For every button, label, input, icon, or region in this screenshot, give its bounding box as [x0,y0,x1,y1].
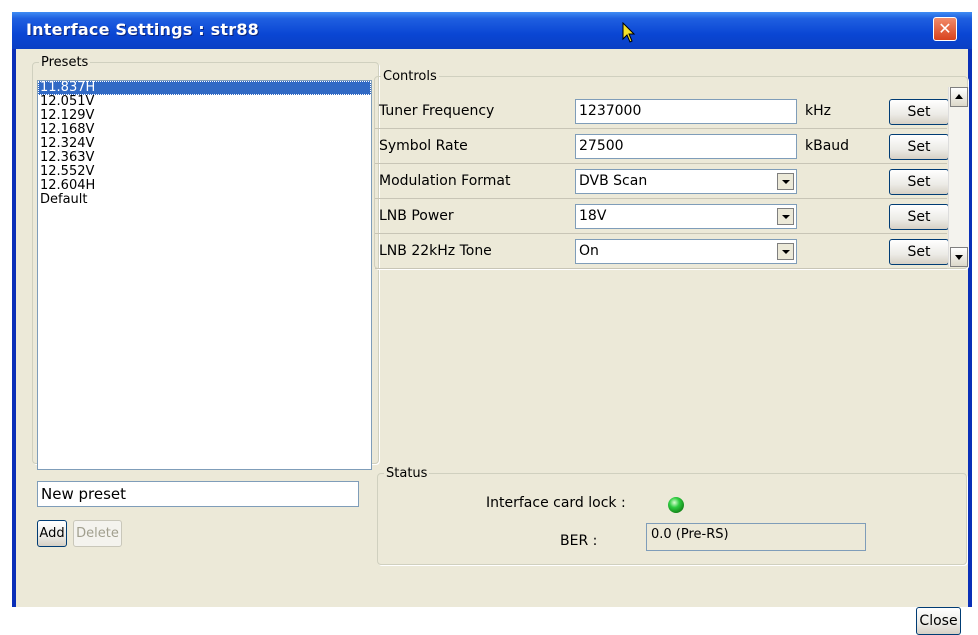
lnb-power-select[interactable]: 18V [575,204,797,229]
ber-label: BER : [560,533,598,549]
title-bar[interactable]: Interface Settings : str88 ✕ [12,12,972,49]
window-close-button[interactable]: ✕ [933,17,957,41]
set-lnb-22khz-tone-button[interactable]: Set [889,239,949,265]
lnb-22khz-tone-select[interactable]: On [575,239,797,264]
modulation-format-label: Modulation Format [379,173,511,189]
lnb-power-value: 18V [579,208,607,224]
chevron-down-icon[interactable] [777,173,794,190]
delete-preset-button[interactable]: Delete [73,520,122,547]
scroll-down-icon[interactable] [950,247,968,267]
tuner-frequency-unit: kHz [805,103,831,119]
window-title: Interface Settings : str88 [26,20,259,39]
status-legend: Status [386,466,428,481]
symbol-rate-label: Symbol Rate [379,138,468,154]
preset-item[interactable]: 12.363V [38,151,371,165]
controls-group: Controls Tuner Frequency 1237000 kHz Set… [374,69,968,269]
set-tuner-frequency-button[interactable]: Set [889,99,949,125]
modulation-format-value: DVB Scan [579,173,648,189]
symbol-rate-input[interactable]: 27500 [575,134,797,159]
presets-group: Presets 11.837H 12.051V 12.129V 12.168V … [32,55,379,470]
set-symbol-rate-button[interactable]: Set [889,134,949,160]
presets-legend: Presets [41,55,89,70]
mouse-pointer-icon [622,22,636,43]
preset-item[interactable]: 12.324V [38,137,371,151]
close-icon: ✕ [938,19,952,38]
scroll-up-icon[interactable] [950,87,968,107]
chevron-down-icon[interactable] [777,243,794,260]
presets-list[interactable]: 11.837H 12.051V 12.129V 12.168V 12.324V … [37,80,372,470]
modulation-format-select[interactable]: DVB Scan [575,169,797,194]
preset-item[interactable]: 12.051V [38,95,371,109]
control-row-lnb-power: LNB Power 18V Set [375,199,949,234]
preset-item[interactable]: Default [38,193,371,207]
close-button[interactable]: Close [916,607,961,635]
control-row-modulation-format: Modulation Format DVB Scan Set [375,164,949,199]
ber-value: 0.0 (Pre-RS) [646,523,866,551]
controls-scrollbar[interactable] [948,87,969,267]
interface-card-lock-label: Interface card lock : [486,495,626,511]
dialog-client: Presets 11.837H 12.051V 12.129V 12.168V … [16,49,969,635]
tuner-frequency-label: Tuner Frequency [379,103,495,119]
add-preset-button[interactable]: Add [37,520,67,547]
tuner-frequency-input[interactable]: 1237000 [575,99,797,124]
set-modulation-format-button[interactable]: Set [889,169,949,195]
chevron-down-icon[interactable] [777,208,794,225]
preset-item[interactable]: 12.604H [38,179,371,193]
preset-item[interactable]: 11.837H [38,81,371,95]
set-lnb-power-button[interactable]: Set [889,204,949,230]
preset-name-input[interactable]: New preset [37,481,359,507]
preset-item[interactable]: 12.168V [38,123,371,137]
symbol-rate-unit: kBaud [805,138,850,154]
lnb-22khz-tone-label: LNB 22kHz Tone [379,243,492,259]
lock-indicator-icon [668,497,684,513]
control-row-tuner-frequency: Tuner Frequency 1237000 kHz Set [375,94,949,129]
preset-item[interactable]: 12.552V [38,165,371,179]
control-row-lnb-22khz-tone: LNB 22kHz Tone On Set [375,234,949,269]
preset-item[interactable]: 12.129V [38,109,371,123]
interface-settings-window: Interface Settings : str88 ✕ Presets 11.… [12,12,972,635]
controls-table: Tuner Frequency 1237000 kHz Set Symbol R… [375,94,949,279]
controls-legend: Controls [383,69,437,84]
lnb-power-label: LNB Power [379,208,454,224]
control-row-symbol-rate: Symbol Rate 27500 kBaud Set [375,129,949,164]
lnb-22khz-tone-value: On [579,243,599,259]
